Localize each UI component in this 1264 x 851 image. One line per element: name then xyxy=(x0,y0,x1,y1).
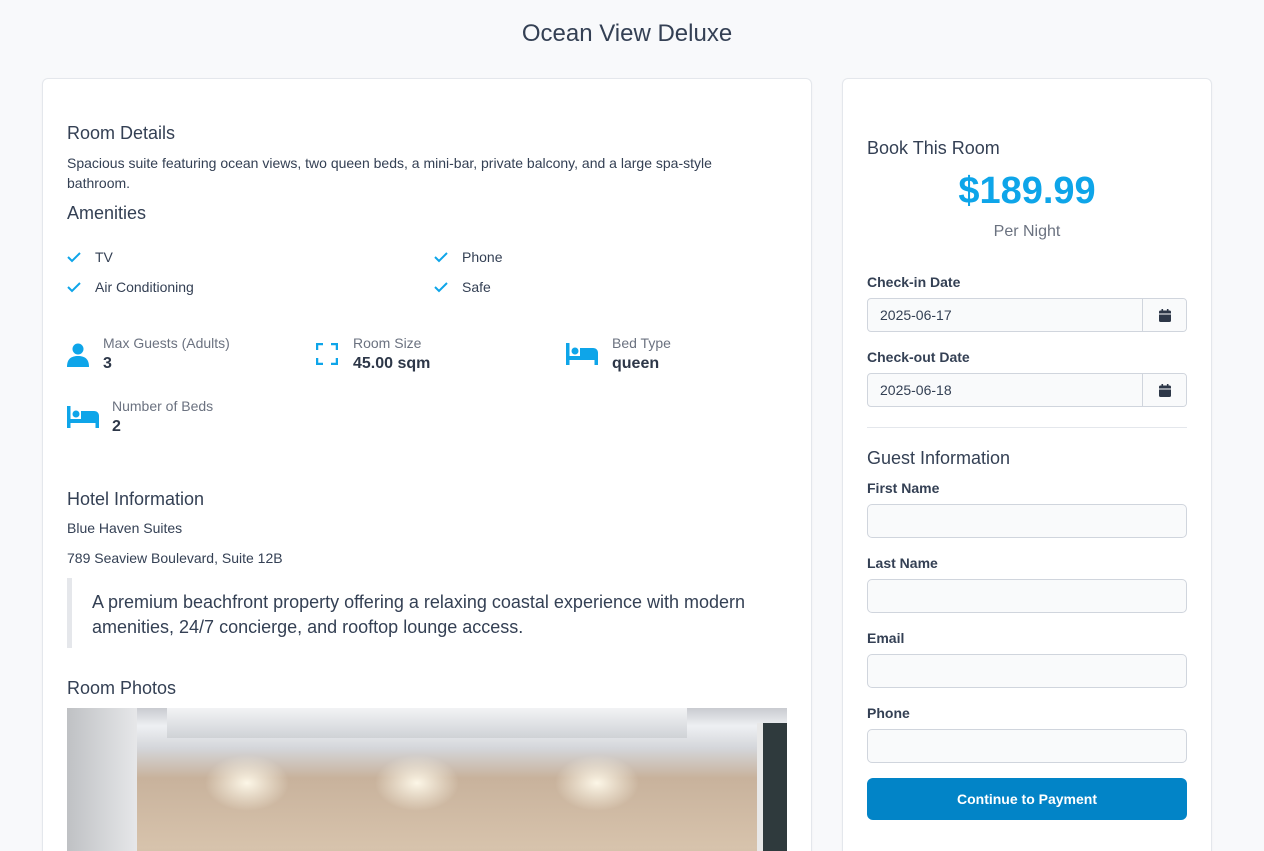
email-label: Email xyxy=(867,630,905,646)
amenity-label: Phone xyxy=(462,249,503,265)
checkout-date-input[interactable]: 2025-06-18 xyxy=(868,374,1142,406)
hotel-description-quote: A premium beachfront property offering a… xyxy=(67,578,787,648)
room-details-heading: Room Details xyxy=(67,123,176,143)
calendar-icon xyxy=(1158,308,1171,322)
booking-card: Book This Room $189.99 Per Night Check-i… xyxy=(842,78,1212,851)
stat-label: Max Guests (Adults) xyxy=(103,335,230,351)
hotel-info-heading: Hotel Information xyxy=(67,489,205,509)
checkin-calendar-button[interactable] xyxy=(1142,299,1186,331)
stat-label: Bed Type xyxy=(612,335,671,351)
checkout-date-field[interactable]: 2025-06-18 xyxy=(867,373,1187,407)
person-icon xyxy=(67,343,89,367)
room-description: Spacious suite featuring ocean views, tw… xyxy=(67,155,712,191)
stat-value: queen xyxy=(612,355,660,372)
phone-input[interactable] xyxy=(867,729,1187,763)
amenity-label: Safe xyxy=(462,279,491,295)
room-info-card: Room Details Spacious suite featuring oc… xyxy=(42,78,812,851)
continue-to-payment-button[interactable]: Continue to Payment xyxy=(867,778,1187,820)
amenity-label: TV xyxy=(95,249,113,265)
room-photo[interactable] xyxy=(67,708,787,851)
amenity-item: Phone xyxy=(434,249,502,265)
checkin-date-input[interactable]: 2025-06-17 xyxy=(868,299,1142,331)
amenity-item: TV xyxy=(67,249,113,265)
stat-label: Room Size xyxy=(353,335,422,351)
amenity-item: Air Conditioning xyxy=(67,279,194,295)
last-name-input[interactable] xyxy=(867,579,1187,613)
stat-value: 2 xyxy=(112,418,121,435)
calendar-icon xyxy=(1158,383,1171,397)
book-heading: Book This Room xyxy=(867,138,1000,158)
email-input[interactable] xyxy=(867,654,1187,688)
guest-info-heading: Guest Information xyxy=(867,448,1011,468)
stat-value: 45.00 sqm xyxy=(353,355,431,372)
check-icon xyxy=(67,282,81,293)
checkout-label: Check-out Date xyxy=(867,349,970,365)
check-icon xyxy=(434,282,448,293)
bed-icon xyxy=(566,343,598,365)
hotel-address: 789 Seaview Boulevard, Suite 12B xyxy=(67,550,283,566)
check-icon xyxy=(434,252,448,263)
room-photos-heading: Room Photos xyxy=(67,678,177,698)
phone-label: Phone xyxy=(867,705,910,721)
room-price: $189.99 xyxy=(958,170,1096,212)
amenity-item: Safe xyxy=(434,279,491,295)
divider xyxy=(867,427,1187,428)
first-name-input[interactable] xyxy=(867,504,1187,538)
expand-icon xyxy=(316,343,338,365)
page-title: Ocean View Deluxe xyxy=(521,20,733,47)
checkout-calendar-button[interactable] xyxy=(1142,374,1186,406)
checkin-date-field[interactable]: 2025-06-17 xyxy=(867,298,1187,332)
stat-label: Number of Beds xyxy=(112,398,214,414)
amenity-label: Air Conditioning xyxy=(95,279,194,295)
per-night-label: Per Night xyxy=(993,223,1061,240)
first-name-label: First Name xyxy=(867,480,940,496)
stat-value: 3 xyxy=(103,355,112,372)
hotel-name: Blue Haven Suites xyxy=(67,520,183,536)
bed-icon xyxy=(67,406,99,428)
checkin-label: Check-in Date xyxy=(867,274,961,290)
last-name-label: Last Name xyxy=(867,555,938,571)
check-icon xyxy=(67,252,81,263)
amenities-heading: Amenities xyxy=(67,203,147,223)
